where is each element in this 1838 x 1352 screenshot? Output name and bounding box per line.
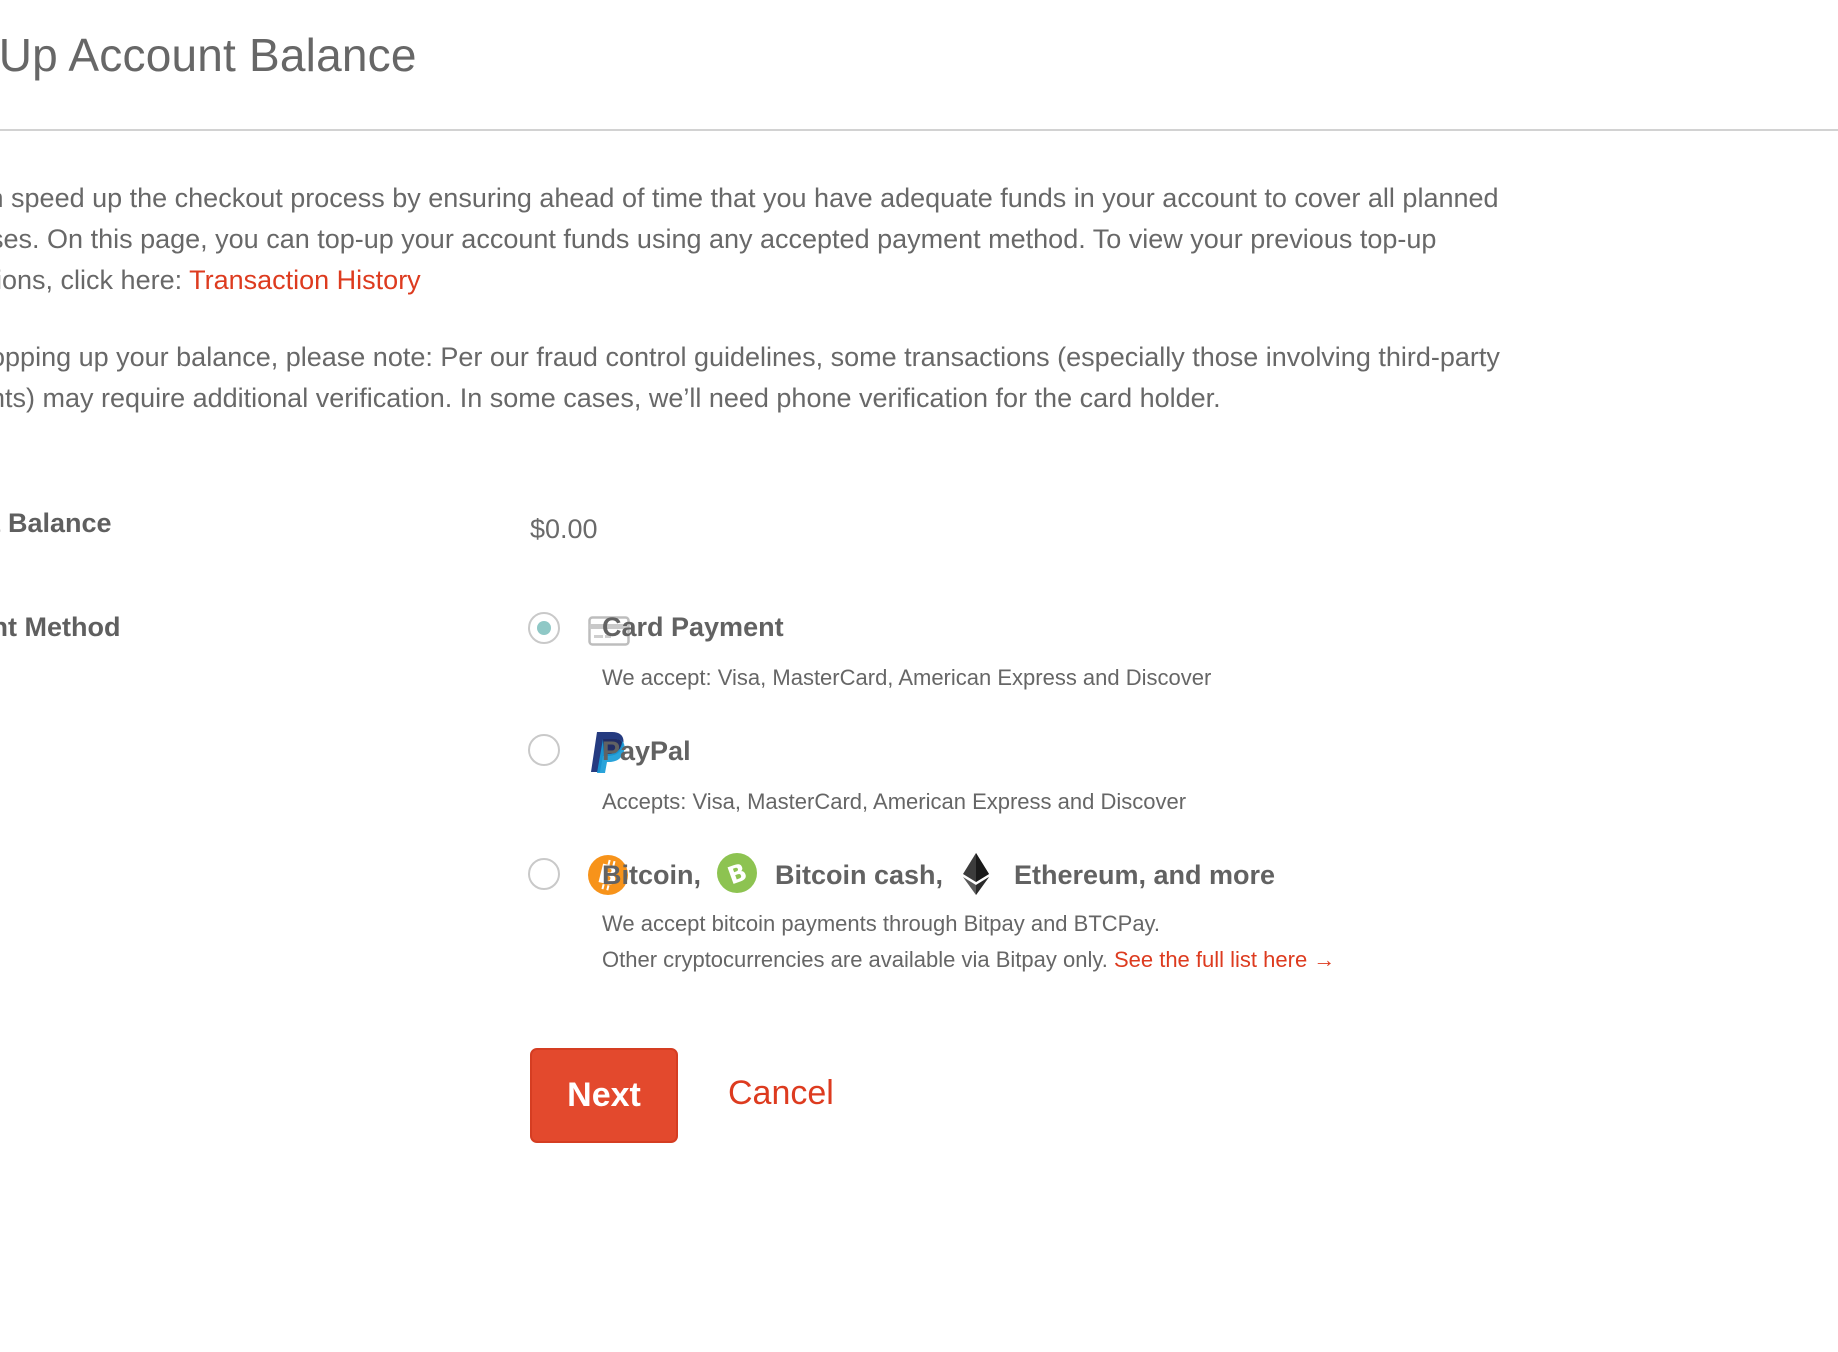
intro-line: actions, click here: Transaction History xyxy=(0,260,1660,301)
page-title: p Up Account Balance xyxy=(0,29,417,81)
ethereum-label: Ethereum, and more xyxy=(1014,860,1276,890)
payment-method-label: nent Method xyxy=(0,612,121,642)
intro-line: hases. On this page, you can top-up your… xyxy=(0,224,1437,254)
crypto-radio[interactable] xyxy=(528,858,560,890)
ethereum-icon xyxy=(962,852,990,901)
full-crypto-list-link[interactable]: See the full list here → xyxy=(1114,947,1335,972)
paypal-desc: Accepts: Visa, MasterCard, American Expr… xyxy=(602,789,1187,814)
transaction-history-link[interactable]: Transaction History xyxy=(189,265,421,295)
crypto-desc-line: Other cryptocurrencies are available via… xyxy=(602,942,1335,978)
intro-line-text: actions, click here: xyxy=(0,265,183,295)
note-line: n topping up your balance, please note: … xyxy=(0,342,1500,372)
note-line: nents) may require additional verificati… xyxy=(0,383,1221,413)
next-button[interactable]: Next xyxy=(530,1048,678,1143)
bitcoin-cash-label: Bitcoin cash, xyxy=(775,860,944,890)
paypal-title: PayPal xyxy=(602,736,691,766)
paypal-radio[interactable] xyxy=(528,734,560,766)
crypto-desc: We accept bitcoin payments through Bitpa… xyxy=(602,906,1335,978)
cancel-link[interactable]: Cancel xyxy=(728,1074,834,1113)
card-payment-title: Card Payment xyxy=(602,612,784,642)
bitcoin-label: Bitcoin, xyxy=(602,860,701,890)
current-balance-label: ent Balance xyxy=(0,508,112,538)
title-divider xyxy=(0,129,1838,131)
intro-paragraph: can speed up the checkout process by ens… xyxy=(0,178,1660,301)
intro-line: can speed up the checkout process by ens… xyxy=(0,183,1499,213)
card-payment-desc: We accept: Visa, MasterCard, American Ex… xyxy=(602,665,1212,690)
crypto-desc-text: Other cryptocurrencies are available via… xyxy=(602,947,1114,972)
card-payment-radio[interactable] xyxy=(528,612,560,644)
verification-note: n topping up your balance, please note: … xyxy=(0,337,1660,419)
crypto-desc-line: We accept bitcoin payments through Bitpa… xyxy=(602,911,1161,936)
current-balance-value: $0.00 xyxy=(530,514,598,544)
page: p Up Account Balance can speed up the ch… xyxy=(0,0,1838,1352)
bitcoin-cash-icon: B xyxy=(716,852,758,899)
